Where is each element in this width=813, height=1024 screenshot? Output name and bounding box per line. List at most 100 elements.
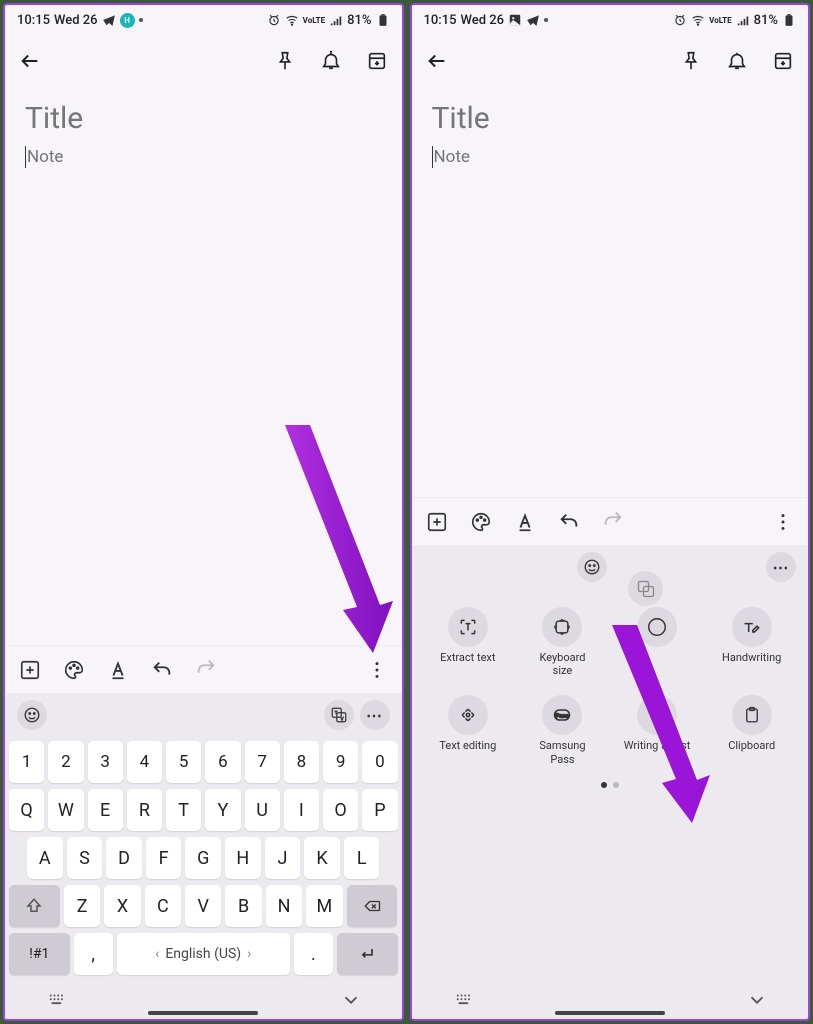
keyboard-toggle-icon[interactable] bbox=[452, 991, 474, 1009]
reminder-icon[interactable] bbox=[320, 50, 342, 72]
key-J[interactable]: J bbox=[265, 837, 301, 879]
keyboard-more-button[interactable]: ⋯ bbox=[766, 552, 796, 582]
redo-icon[interactable] bbox=[602, 509, 624, 531]
key-F[interactable]: F bbox=[146, 837, 182, 879]
more-notif-icon bbox=[544, 18, 548, 22]
back-icon[interactable] bbox=[19, 50, 41, 72]
key-R[interactable]: R bbox=[127, 789, 162, 831]
palette-icon[interactable] bbox=[470, 511, 492, 533]
key-U[interactable]: U bbox=[245, 789, 280, 831]
symbols-key[interactable]: !#1 bbox=[9, 933, 70, 975]
key-C[interactable]: C bbox=[145, 885, 181, 927]
volte-icon: VoLTE bbox=[709, 16, 731, 25]
home-indicator[interactable] bbox=[555, 1011, 665, 1015]
key-H[interactable]: H bbox=[225, 837, 261, 879]
key-B[interactable]: B bbox=[225, 885, 261, 927]
translate-button[interactable] bbox=[324, 700, 354, 730]
key-0[interactable]: 0 bbox=[362, 741, 397, 783]
redo-icon[interactable] bbox=[195, 657, 217, 679]
pin-icon[interactable] bbox=[274, 50, 296, 72]
key-7[interactable]: 7 bbox=[245, 741, 280, 783]
archive-icon[interactable] bbox=[366, 50, 388, 72]
period-key[interactable]: . bbox=[294, 933, 333, 975]
emoji-button[interactable] bbox=[577, 552, 607, 582]
feature-text-editing[interactable]: Text editing bbox=[422, 687, 515, 773]
feature-keyboard-size[interactable]: Keyboard size bbox=[516, 599, 609, 685]
comma-key[interactable]: , bbox=[74, 933, 113, 975]
key-V[interactable]: V bbox=[185, 885, 221, 927]
note-input[interactable] bbox=[432, 146, 789, 168]
key-K[interactable]: K bbox=[304, 837, 340, 879]
text-format-icon[interactable] bbox=[107, 659, 129, 681]
page-dot-1[interactable] bbox=[601, 782, 607, 788]
key-9[interactable]: 9 bbox=[323, 741, 358, 783]
drag-ghost-icon bbox=[628, 571, 663, 606]
key-S[interactable]: S bbox=[67, 837, 103, 879]
feature-extract-text[interactable]: Extract text bbox=[422, 599, 515, 685]
key-6[interactable]: 6 bbox=[205, 741, 240, 783]
more-vert-icon[interactable] bbox=[772, 511, 794, 533]
battery-percent: 81% bbox=[347, 13, 371, 28]
key-Z[interactable]: Z bbox=[64, 885, 100, 927]
key-X[interactable]: X bbox=[104, 885, 140, 927]
archive-icon[interactable] bbox=[772, 50, 794, 72]
space-key[interactable]: ‹ English (US) › bbox=[117, 933, 290, 975]
back-icon[interactable] bbox=[426, 50, 448, 72]
keyboard-toggle-icon[interactable] bbox=[45, 991, 67, 1009]
key-G[interactable]: G bbox=[185, 837, 221, 879]
key-I[interactable]: I bbox=[284, 789, 319, 831]
status-day: Wed 26 bbox=[54, 13, 98, 28]
home-indicator[interactable] bbox=[148, 1011, 258, 1015]
hide-keyboard-icon[interactable] bbox=[340, 989, 362, 1011]
key-N[interactable]: N bbox=[266, 885, 302, 927]
key-4[interactable]: 4 bbox=[127, 741, 162, 783]
telegram-icon bbox=[526, 13, 540, 27]
app-badge-icon: H bbox=[120, 13, 135, 28]
title-input[interactable] bbox=[25, 101, 382, 136]
key-O[interactable]: O bbox=[323, 789, 358, 831]
text-format-icon[interactable] bbox=[514, 511, 536, 533]
shift-key[interactable] bbox=[9, 885, 60, 927]
key-T[interactable]: T bbox=[166, 789, 201, 831]
reminder-icon[interactable] bbox=[726, 50, 748, 72]
note-input[interactable] bbox=[25, 146, 382, 168]
keyboard-more-button[interactable]: ⋯ bbox=[360, 700, 390, 730]
feature-samsung-pass[interactable]: Pass Samsung Pass bbox=[516, 687, 609, 773]
feature-handwriting[interactable]: Handwriting bbox=[705, 599, 798, 685]
note-area bbox=[412, 87, 809, 497]
key-3[interactable]: 3 bbox=[88, 741, 123, 783]
title-input[interactable] bbox=[432, 101, 789, 136]
add-box-icon[interactable] bbox=[19, 659, 41, 681]
page-dot-2[interactable] bbox=[613, 782, 619, 788]
more-vert-icon[interactable] bbox=[366, 659, 388, 681]
feature-clipboard[interactable]: Clipboard bbox=[705, 687, 798, 773]
key-W[interactable]: W bbox=[48, 789, 83, 831]
key-2[interactable]: 2 bbox=[48, 741, 83, 783]
backspace-key[interactable] bbox=[347, 885, 398, 927]
key-A[interactable]: A bbox=[27, 837, 63, 879]
key-E[interactable]: E bbox=[88, 789, 123, 831]
qwerty-row1: QWERTYUIOP bbox=[9, 789, 398, 831]
palette-icon[interactable] bbox=[63, 659, 85, 681]
enter-key[interactable] bbox=[337, 933, 398, 975]
battery-icon bbox=[782, 13, 796, 27]
emoji-button[interactable] bbox=[17, 700, 47, 730]
key-D[interactable]: D bbox=[106, 837, 142, 879]
feature-writing-assist[interactable]: Writing assist bbox=[611, 687, 704, 773]
add-box-icon[interactable] bbox=[426, 511, 448, 533]
key-L[interactable]: L bbox=[344, 837, 380, 879]
key-M[interactable]: M bbox=[306, 885, 342, 927]
undo-icon[interactable] bbox=[151, 659, 173, 681]
key-1[interactable]: 1 bbox=[9, 741, 44, 783]
key-Y[interactable]: Y bbox=[205, 789, 240, 831]
key-5[interactable]: 5 bbox=[166, 741, 201, 783]
key-P[interactable]: P bbox=[362, 789, 397, 831]
undo-icon[interactable] bbox=[558, 511, 580, 533]
signal-icon bbox=[329, 13, 343, 27]
key-Q[interactable]: Q bbox=[9, 789, 44, 831]
key-8[interactable]: 8 bbox=[284, 741, 319, 783]
note-toolbar bbox=[5, 645, 402, 693]
pin-icon[interactable] bbox=[680, 50, 702, 72]
feature-empty[interactable] bbox=[611, 599, 704, 685]
hide-keyboard-icon[interactable] bbox=[746, 989, 768, 1011]
